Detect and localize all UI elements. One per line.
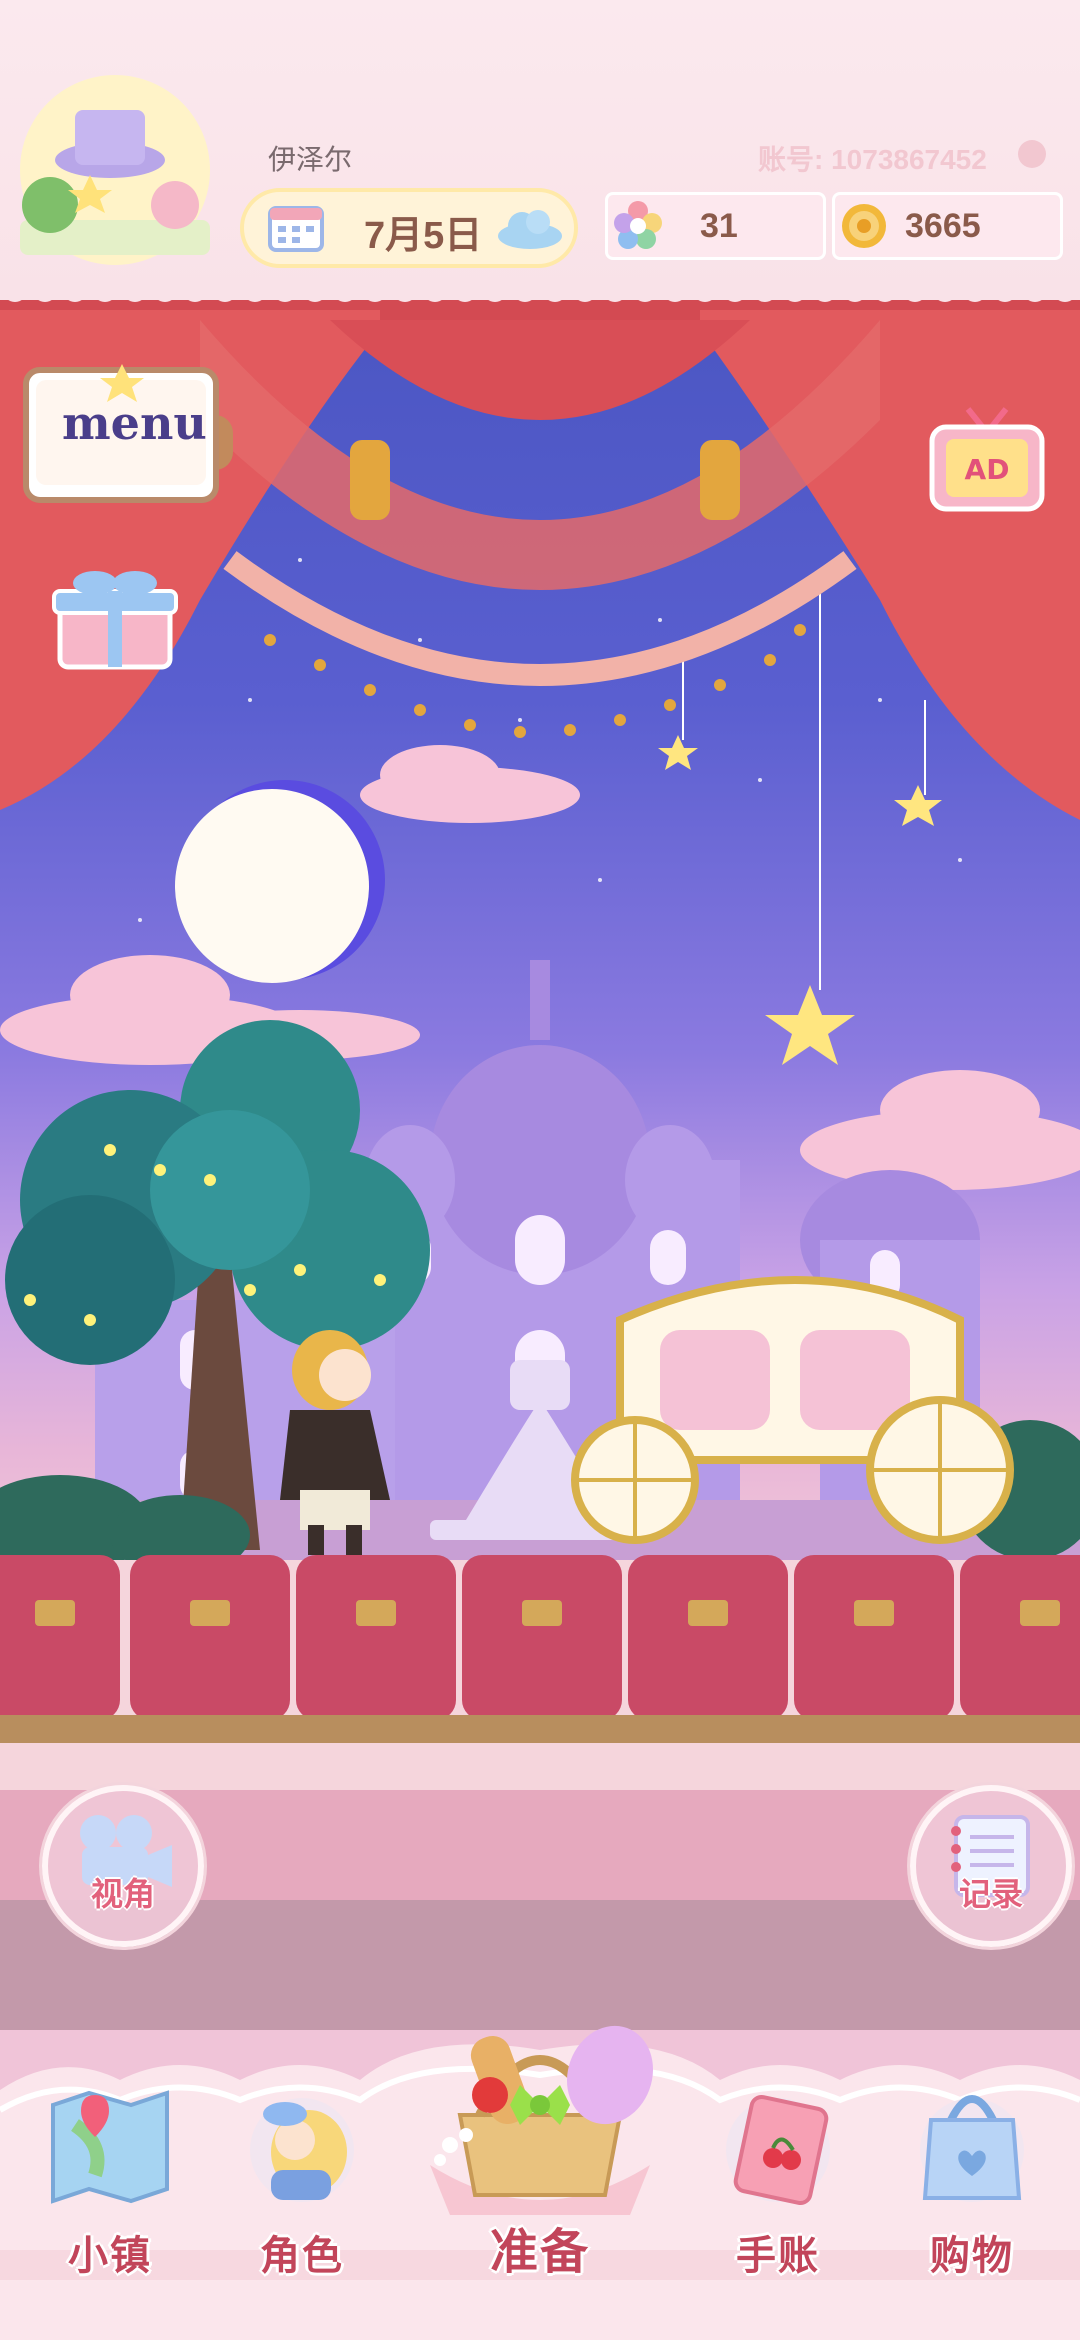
gems-counter[interactable]: 31 [605,192,826,260]
rainbow-gem-icon [612,199,664,251]
coin-icon [839,201,889,251]
copy-icon[interactable] [1018,140,1046,168]
coins-counter[interactable]: 3665 [832,192,1063,260]
coins-value: 3665 [905,207,981,245]
character-icon [250,2098,354,2202]
camera-view-label: 视角 [90,1875,155,1913]
ad-button[interactable]: AD [928,405,1046,515]
picnic-basket-icon [430,2025,654,2215]
nav-character[interactable]: 角色 [222,2065,382,2279]
ad-label: AD [964,453,1010,486]
top-status-bar: 伊泽尔 账号: 1073867452 7月5日 31 3665 [0,0,1080,300]
menu-label: menu [62,396,207,450]
map-icon [51,2090,169,2204]
journal-icon [726,2095,830,2205]
stage-backdrop [0,290,1080,2030]
player-avatar[interactable] [0,55,230,275]
menu-button[interactable]: menu [22,360,237,505]
nav-prepare-label: 准备 [489,2224,590,2280]
date-display[interactable]: 7月5日 [240,188,578,268]
nav-town[interactable]: 小镇 [30,2065,190,2279]
shopping-bag-icon [920,2095,1024,2202]
moon [175,780,385,983]
nav-shopping[interactable]: 购物 [892,2065,1052,2279]
account-id: 账号: 1073867452 [758,144,987,175]
star-ornaments [658,735,942,1065]
records-button[interactable]: 记录 [910,1785,1072,1947]
header-lace-trim [0,280,1080,302]
nav-town-label: 小镇 [68,2233,152,2279]
nav-journal-label: 手账 [736,2233,820,2279]
gift-icon [52,571,178,670]
nav-shopping-label: 购物 [930,2233,1014,2279]
nav-prepare[interactable]: 准备 [400,1995,680,2280]
theater-stage-scene [0,0,1080,2340]
date-text: 7月5日 [364,215,483,257]
gems-value: 31 [700,207,738,245]
gift-button[interactable] [50,565,180,670]
nav-character-label: 角色 [260,2233,344,2279]
theater-seats [0,1555,1080,1743]
records-label: 记录 [958,1875,1023,1913]
player-name: 伊泽尔 [268,144,353,175]
cloud-icon [494,206,566,250]
camera-view-button[interactable]: 视角 [42,1785,204,1947]
nav-journal[interactable]: 手账 [698,2065,858,2279]
calendar-icon [268,202,324,252]
